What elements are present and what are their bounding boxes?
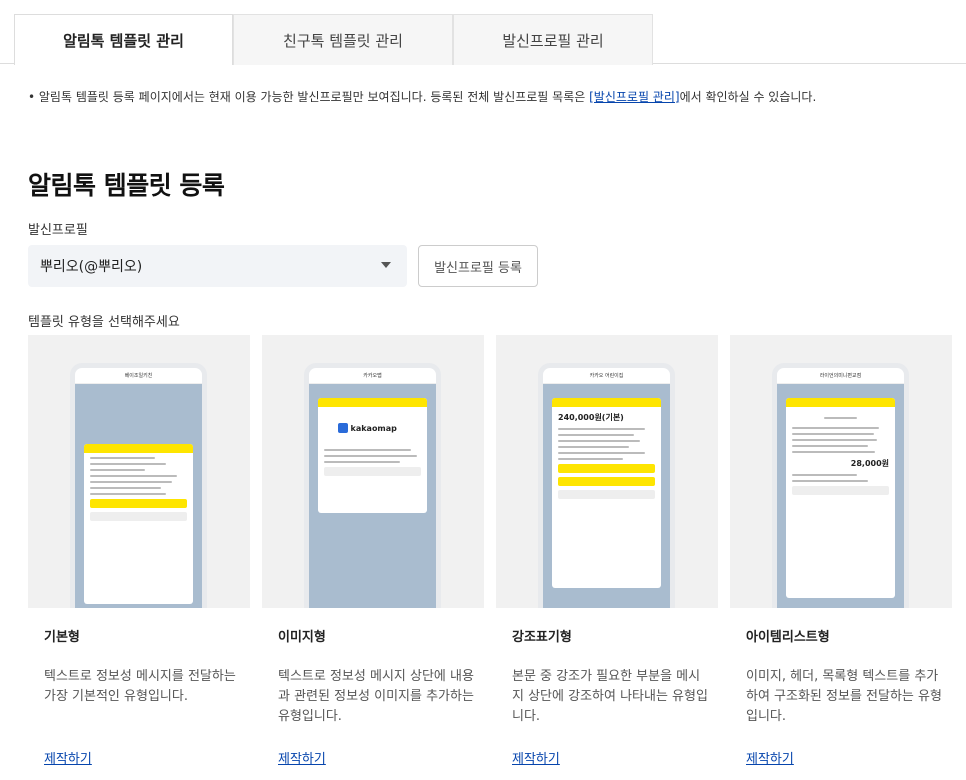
- template-type-desc: 텍스트로 정보성 메시지 상단에 내용과 관련된 정보성 이미지를 추가하는 유…: [278, 669, 474, 724]
- template-type-name: 기본형: [44, 630, 80, 645]
- phone-title: 라이언의미니편교점: [777, 368, 904, 384]
- page-title: 알림톡 템플릿 등록: [28, 171, 225, 200]
- phone-mockup: 베이조일키친: [70, 363, 207, 608]
- template-type-name: 이미지형: [278, 630, 326, 645]
- template-type-desc: 이미지, 헤더, 목록형 텍스트를 추가하여 구조화된 정보를 전달하는 유형입…: [746, 669, 942, 724]
- template-type-name: 아이템리스트형: [746, 630, 830, 645]
- create-link-basic[interactable]: 제작하기: [44, 748, 92, 767]
- template-preview-image: 카카오맵 kakaomap: [262, 335, 484, 608]
- template-card-image[interactable]: 카카오맵 kakaomap 이미지형 텍스트로 정보성 메시지 상단에 내용과 …: [262, 335, 484, 767]
- phone-mockup: 카카오맵 kakaomap: [304, 363, 441, 608]
- kakaomap-text: kakaomap: [350, 423, 397, 433]
- highlight-text: 240,000원(기본): [558, 413, 624, 422]
- phone-title: 카카오 어린이집: [543, 368, 670, 384]
- create-link-itemlist[interactable]: 제작하기: [746, 748, 794, 767]
- template-card-emphasis[interactable]: 카카오 어린이집 240,000원(기본) 강조표기형 본문 중 강조가 필요한…: [496, 335, 718, 767]
- kakaomap-image: kakaomap: [337, 421, 408, 435]
- template-type-label: 템플릿 유형을 선택해주세요: [28, 315, 180, 330]
- chat-area: kakaomap: [309, 384, 436, 608]
- template-type-name: 강조표기형: [512, 630, 572, 645]
- highlight-text: 28,000원: [850, 459, 889, 468]
- create-link-emphasis[interactable]: 제작하기: [512, 748, 560, 767]
- create-link-image[interactable]: 제작하기: [278, 748, 326, 767]
- chat-area: [75, 384, 202, 608]
- sender-profile-manage-link[interactable]: [발신프로필 관리]: [589, 90, 679, 104]
- register-sender-profile-button[interactable]: 발신프로필 등록: [418, 245, 538, 287]
- chat-area: 28,000원: [777, 384, 904, 608]
- template-type-desc: 본문 중 강조가 필요한 부분을 메시지 상단에 강조하여 나타내는 유형입니다…: [512, 669, 708, 724]
- tab-alimtalk-template[interactable]: 알림톡 템플릿 관리: [14, 14, 233, 65]
- message-bubble: 28,000원: [786, 398, 895, 598]
- template-type-desc: 텍스트로 정보성 메시지를 전달하는 가장 기본적인 유형입니다.: [44, 669, 236, 704]
- sender-profile-selected: 뿌리오(@뿌리오): [40, 259, 143, 275]
- tab-sender-profile[interactable]: 발신프로필 관리: [453, 14, 653, 65]
- sender-profile-select[interactable]: 뿌리오(@뿌리오): [28, 245, 407, 287]
- template-preview-basic: 베이조일키친: [28, 335, 250, 608]
- message-bubble: 240,000원(기본): [552, 398, 661, 588]
- phone-mockup: 카카오 어린이집 240,000원(기본): [538, 363, 675, 608]
- template-card-basic[interactable]: 베이조일키친 기본형 텍스트로 정보성 메시지를 전달하는 가장 기본적인 유형…: [28, 335, 250, 767]
- notice-prefix: • 알림톡 템플릿 등록 페이지에서는 현재 이용 가능한 발신프로필만 보여집…: [28, 90, 590, 104]
- template-preview-emphasis: 카카오 어린이집 240,000원(기본): [496, 335, 718, 608]
- message-bubble: kakaomap: [318, 398, 427, 513]
- notice-text: • 알림톡 템플릿 등록 페이지에서는 현재 이용 가능한 발신프로필만 보여집…: [28, 88, 816, 105]
- tab-friendtalk-template[interactable]: 친구톡 템플릿 관리: [233, 14, 453, 65]
- phone-title: 카카오맵: [309, 368, 436, 384]
- phone-title: 베이조일키친: [75, 368, 202, 384]
- map-pin-icon: [337, 423, 348, 433]
- phone-mockup: 라이언의미니편교점 28,000원: [772, 363, 909, 608]
- chat-area: 240,000원(기본): [543, 384, 670, 608]
- template-preview-itemlist: 라이언의미니편교점 28,000원: [730, 335, 952, 608]
- sender-profile-label: 발신프로필: [28, 223, 88, 238]
- notice-suffix: 에서 확인하실 수 있습니다.: [679, 90, 817, 104]
- tab-bar: 알림톡 템플릿 관리 친구톡 템플릿 관리 발신프로필 관리: [0, 0, 966, 65]
- template-card-itemlist[interactable]: 라이언의미니편교점 28,000원 아이템리스트형 이미지, 헤더, 목록형 텍…: [730, 335, 952, 767]
- chevron-down-icon: [381, 262, 391, 268]
- message-bubble: [84, 444, 193, 604]
